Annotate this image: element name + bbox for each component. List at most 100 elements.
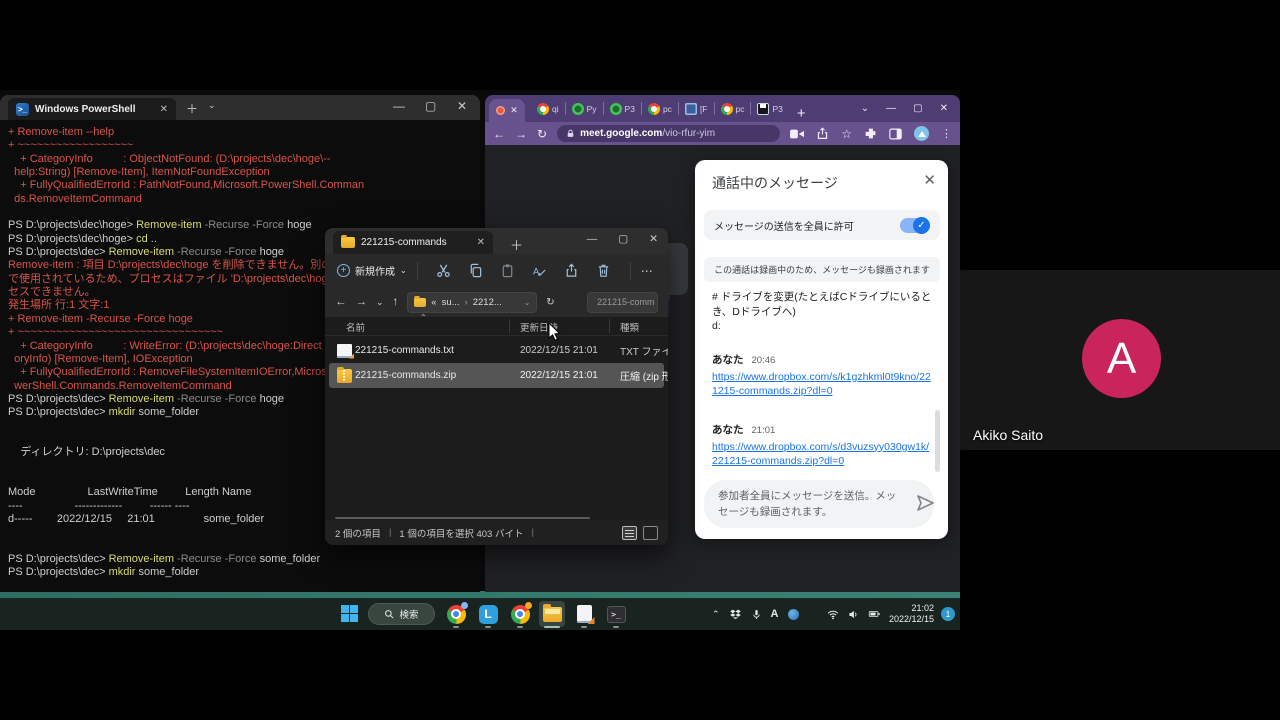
column-type[interactable]: 種類 [620, 320, 639, 334]
terminal-tab[interactable]: >_ Windows PowerShell ✕ [8, 98, 176, 120]
maximize-button[interactable]: ▢ [913, 103, 922, 114]
search-icon [384, 609, 394, 619]
media-camera-icon[interactable] [790, 128, 804, 140]
taskbar-explorer[interactable] [539, 601, 565, 627]
new-tab-button[interactable]: + [797, 105, 806, 122]
wifi-icon[interactable] [826, 608, 840, 621]
copy-button[interactable] [460, 263, 492, 278]
chat-message-time: 21:01 [752, 425, 776, 436]
close-chat-icon[interactable]: ✕ [923, 171, 936, 189]
nav-up-icon[interactable]: ↑ [393, 296, 399, 308]
back-button[interactable]: ← [493, 128, 505, 140]
paste-button[interactable] [492, 263, 524, 278]
tab-qi[interactable]: qi [531, 95, 565, 122]
tab-pc[interactable]: pc [715, 95, 751, 122]
app-globe-icon[interactable] [788, 609, 799, 620]
details-view-button[interactable] [622, 526, 637, 540]
file-date: 2022/12/15 21:01 [520, 345, 598, 356]
extensions-icon[interactable] [864, 127, 877, 140]
file-row-221215-commands.zip[interactable]: 221215-commands.zip2022/12/15 21:01圧縮 (z… [329, 363, 664, 388]
taskbar-chrome[interactable] [443, 601, 469, 627]
address-dropdown-icon[interactable]: ⌄ [524, 298, 531, 307]
terminal-maximize[interactable]: ▢ [425, 99, 436, 113]
breadcrumb[interactable]: « su... › 2212... ⌄ [407, 292, 537, 313]
volume-icon[interactable] [847, 608, 860, 621]
see-more-button[interactable]: ⋯ [641, 264, 653, 278]
delete-button[interactable] [588, 263, 620, 278]
terminal-minimize[interactable]: — [393, 99, 405, 113]
side-panel-icon[interactable] [889, 128, 902, 140]
terminal-line: ds.RemoveItemCommand [8, 193, 480, 206]
explorer-close[interactable]: ✕ [649, 233, 658, 245]
address-bar[interactable]: meet.google.com/vio-rfur-yim [557, 125, 780, 142]
share-icon[interactable] [816, 127, 829, 140]
explorer-tab[interactable]: 221215-commands ✕ [333, 231, 493, 254]
ime-indicator[interactable]: A [771, 608, 779, 620]
column-divider[interactable] [509, 319, 510, 333]
chat-message-link[interactable]: https://www.dropbox.com/s/k1gzhkml0t9kno… [712, 370, 934, 398]
tab-Py[interactable]: Py [566, 95, 603, 122]
start-button[interactable] [341, 605, 358, 622]
tray-overflow-chevron[interactable]: ⌃ [712, 609, 720, 620]
taskbar-search[interactable]: 検索 [368, 603, 435, 625]
explorer-maximize[interactable]: ▢ [618, 233, 628, 245]
battery-icon[interactable] [867, 608, 882, 620]
sort-ascending-icon: ⌃ [420, 313, 427, 322]
new-tab-icon[interactable]: ＋ [186, 100, 198, 117]
participant-tile[interactable]: A Akiko Saito [960, 270, 1280, 450]
taskbar-line-app[interactable]: L [475, 601, 501, 627]
recent-locations-icon[interactable]: ⌄ [376, 297, 384, 308]
chrome-menu-icon[interactable]: ⋮ [941, 127, 952, 140]
notification-badge[interactable]: 1 [941, 607, 955, 621]
tab-search-chevron[interactable]: ⌄ [861, 103, 869, 114]
explorer-new-tab-icon[interactable]: ＋ [510, 235, 523, 254]
tab-P3[interactable]: P3 [604, 95, 641, 122]
column-name[interactable]: 名前 [346, 320, 365, 334]
close-terminal-tab-icon[interactable]: ✕ [160, 104, 168, 115]
taskbar-clock[interactable]: 21:02 2022/12/15 [889, 603, 934, 625]
chat-message-link[interactable]: https://www.dropbox.com/s/d3vuzsyy030gw1… [712, 440, 934, 468]
profile-avatar[interactable] [914, 126, 929, 141]
explorer-minimize[interactable]: — [587, 233, 598, 245]
terminal-close[interactable]: ✕ [457, 99, 467, 113]
taskbar-terminal[interactable]: >_ [603, 601, 629, 627]
tab-[F[interactable]: [F [679, 95, 714, 122]
dropbox-icon[interactable] [729, 608, 742, 621]
chat-scrollbar[interactable] [935, 410, 940, 472]
rename-button[interactable]: A [524, 263, 556, 278]
cut-button[interactable] [428, 263, 460, 278]
taskbar-chrome-2[interactable] [507, 601, 533, 627]
terminal-line: help:String) [Remove-Item], ItemNotFound… [8, 166, 480, 179]
large-icons-view-button[interactable] [643, 526, 658, 540]
forward-button[interactable]: → [515, 128, 527, 140]
tab-dropdown-icon[interactable]: ⌄ [208, 100, 216, 111]
tab-P3[interactable]: P3 [751, 95, 788, 122]
close-window-button[interactable]: ✕ [940, 103, 948, 114]
breadcrumb-overflow[interactable]: « [431, 297, 436, 308]
nav-forward-icon[interactable]: → [356, 296, 368, 308]
file-row-221215-commands.txt[interactable]: 221215-commands.txt2022/12/15 21:01TXT フ… [329, 338, 664, 363]
horizontal-scrollbar[interactable] [335, 517, 590, 519]
taskbar-notepad[interactable] [571, 601, 597, 627]
column-divider[interactable] [609, 319, 610, 333]
breadcrumb-parent[interactable]: su... [442, 297, 460, 308]
explorer-search-box[interactable]: 221215-comm [587, 292, 658, 313]
bookmark-star-icon[interactable]: ☆ [841, 127, 852, 141]
view-buttons [622, 526, 658, 540]
send-message-icon[interactable] [916, 494, 936, 512]
py-favicon [572, 103, 584, 115]
close-tab-icon[interactable]: ✕ [510, 106, 518, 115]
tab-pc[interactable]: pc [642, 95, 678, 122]
share-button[interactable] [556, 263, 588, 278]
reload-button[interactable]: ↻ [537, 128, 547, 140]
breadcrumb-current[interactable]: 2212... [473, 297, 502, 308]
refresh-icon[interactable]: ↻ [546, 297, 554, 308]
close-explorer-tab-icon[interactable]: ✕ [477, 237, 485, 248]
new-item-button[interactable]: + 新規作成 ⌄ [337, 263, 407, 278]
nav-back-icon[interactable]: ← [335, 296, 347, 308]
chat-input[interactable]: 参加者全員にメッセージを送信。メッセージも録画されます。 [704, 480, 934, 528]
minimize-button[interactable]: — [886, 103, 896, 114]
microphone-tray-icon[interactable] [751, 608, 762, 621]
allow-messages-toggle[interactable]: ✓ [900, 218, 930, 233]
tab-meet-active[interactable]: ✕ [489, 99, 525, 122]
